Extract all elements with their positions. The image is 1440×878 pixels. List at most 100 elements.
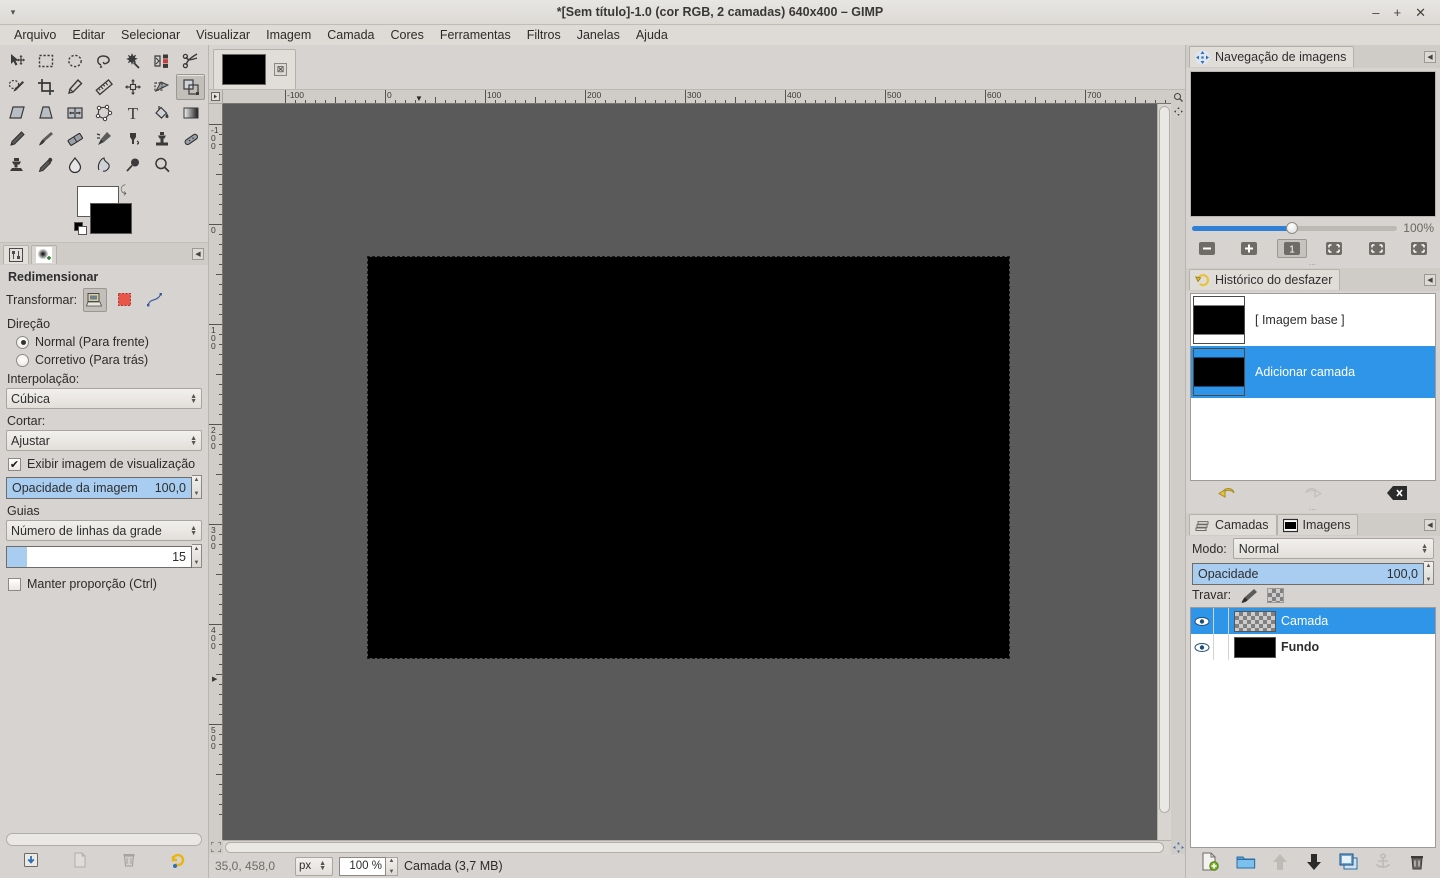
measure-tool[interactable] xyxy=(89,74,118,100)
fuzzy-select-tool[interactable] xyxy=(118,48,147,74)
smudge-tool[interactable] xyxy=(89,152,118,178)
ink-tool[interactable] xyxy=(118,126,147,152)
perspective-clone-tool[interactable] xyxy=(2,152,31,178)
horizontal-ruler[interactable]: -100 0 100 200 300 400 500 600 700 ▼ xyxy=(223,90,1171,104)
zoom-image-window-button[interactable] xyxy=(1404,239,1434,258)
layer-row-camada[interactable]: Camada xyxy=(1191,608,1435,634)
transform-layer-button[interactable] xyxy=(83,288,108,312)
tab-navigation[interactable]: Navegação de imagens xyxy=(1189,46,1355,67)
reset-colors-icon[interactable] xyxy=(74,222,88,236)
layer-visibility-toggle[interactable] xyxy=(1191,642,1213,653)
menu-ajuda[interactable]: Ajuda xyxy=(628,26,676,44)
cage-transform-tool[interactable] xyxy=(89,100,118,126)
canvas[interactable] xyxy=(223,104,1157,840)
minimize-button[interactable]: – xyxy=(1372,6,1379,19)
tab-layers[interactable]: Camadas xyxy=(1189,514,1277,535)
rectangle-select-tool[interactable] xyxy=(31,48,60,74)
clear-undo-history-button[interactable] xyxy=(1386,485,1408,504)
crop-tool[interactable] xyxy=(31,74,60,100)
zoom-tool[interactable] xyxy=(147,152,176,178)
restore-tool-options-button[interactable] xyxy=(67,848,93,872)
transform-tool[interactable] xyxy=(147,74,176,100)
tab-images[interactable]: Imagens xyxy=(1276,514,1359,535)
canvas-navigation-corner-button[interactable] xyxy=(1171,840,1185,854)
free-select-tool[interactable] xyxy=(89,48,118,74)
foreground-select-tool[interactable] xyxy=(2,74,31,100)
menu-selecionar[interactable]: Selecionar xyxy=(113,26,188,44)
undo-history-list[interactable]: [ Imagem base ] Adicionar camada xyxy=(1190,293,1436,481)
move-tool[interactable] xyxy=(2,48,31,74)
menu-arquivo[interactable]: Arquivo xyxy=(6,26,64,44)
zoom-1-1-button[interactable]: 1 xyxy=(1276,239,1307,258)
menu-editar[interactable]: Editar xyxy=(64,26,113,44)
bucket-fill-tool[interactable] xyxy=(147,100,176,126)
menu-ferramentas[interactable]: Ferramentas xyxy=(432,26,519,44)
delete-tool-options-button[interactable] xyxy=(116,848,142,872)
new-layer-button[interactable] xyxy=(1200,852,1220,874)
save-tool-options-button[interactable] xyxy=(18,848,44,872)
new-layer-group-button[interactable] xyxy=(1236,853,1256,873)
menu-imagem[interactable]: Imagem xyxy=(258,26,319,44)
eraser-tool[interactable] xyxy=(60,126,89,152)
dodge-burn-tool[interactable] xyxy=(118,152,147,178)
layer-mode-select[interactable]: Normal ▲ ▼ xyxy=(1232,538,1434,559)
navigation-zoom-slider[interactable] xyxy=(1192,222,1398,234)
airbrush-tool[interactable] xyxy=(89,126,118,152)
dock-menu-button[interactable]: ◀ xyxy=(192,248,204,260)
ellipse-select-tool[interactable] xyxy=(60,48,89,74)
guides-count-slider[interactable]: 15 xyxy=(6,546,192,568)
tab-tool-options[interactable] xyxy=(3,244,29,264)
direction-corrective-radio[interactable]: Corretivo (Para trás) xyxy=(16,353,202,367)
pencil-tool[interactable] xyxy=(2,126,31,152)
shear-tool[interactable] xyxy=(2,100,31,126)
undo-history-dock-menu-button[interactable]: ◀ xyxy=(1424,273,1436,286)
transform-path-button[interactable] xyxy=(143,288,167,312)
fill-window-button[interactable] xyxy=(1362,239,1392,258)
zoom-spinner[interactable]: ▲ ▼ xyxy=(386,856,398,876)
raise-layer-button[interactable] xyxy=(1271,853,1289,874)
canvas-vertical-scrollbar[interactable] xyxy=(1157,104,1171,840)
swap-colors-icon[interactable]: ⤹ xyxy=(120,184,127,197)
menu-filtros[interactable]: Filtros xyxy=(519,26,569,44)
navigation-dock-menu-button[interactable]: ◀ xyxy=(1424,50,1436,63)
navigation-preview[interactable] xyxy=(1188,69,1438,219)
menu-visualizar[interactable]: Visualizar xyxy=(188,26,258,44)
layer-opacity-slider[interactable]: Opacidade 100,0 xyxy=(1192,563,1424,585)
layer-row-fundo[interactable]: Fundo xyxy=(1191,634,1435,660)
tab-undo-history[interactable]: Histórico do desfazer xyxy=(1189,269,1341,290)
zoom-input[interactable]: 100 % xyxy=(339,856,386,876)
layer-visibility-toggle[interactable] xyxy=(1191,616,1213,627)
vertical-ruler[interactable]: -100 0 100 200 300 400 500 ▶ xyxy=(209,104,223,840)
canvas-horizontal-scrollbar[interactable] xyxy=(223,840,1171,854)
navigation-preview-button[interactable] xyxy=(1171,104,1185,118)
select-by-color-tool[interactable] xyxy=(147,48,176,74)
transform-selection-button[interactable] xyxy=(113,288,137,312)
keep-aspect-checkbox[interactable]: Manter proporção (Ctrl) xyxy=(8,577,202,591)
redo-button[interactable] xyxy=(1302,484,1322,504)
menu-camada[interactable]: Camada xyxy=(319,26,382,44)
scale-tool[interactable] xyxy=(176,74,205,100)
layer-link-cell[interactable] xyxy=(1213,634,1229,660)
clone-tool[interactable] xyxy=(147,126,176,152)
undo-history-item[interactable]: [ Imagem base ] xyxy=(1191,294,1435,346)
layer-link-cell[interactable] xyxy=(1213,608,1229,634)
direction-normal-radio[interactable]: Normal (Para frente) xyxy=(16,335,202,349)
show-preview-checkbox[interactable]: ✔ Exibir imagem de visualização xyxy=(8,457,202,471)
menu-janelas[interactable]: Janelas xyxy=(569,26,628,44)
layer-opacity-spinner[interactable]: ▲ ▼ xyxy=(1424,561,1434,585)
anchor-layer-button[interactable] xyxy=(1374,852,1392,874)
text-tool[interactable]: T xyxy=(118,100,147,126)
duplicate-layer-button[interactable] xyxy=(1339,853,1359,874)
perspective-tool[interactable] xyxy=(31,100,60,126)
clip-select[interactable]: Ajustar ▲ ▼ xyxy=(6,430,202,451)
tool-options-scrollbar[interactable] xyxy=(6,833,202,846)
image-opacity-spinner[interactable]: ▲ ▼ xyxy=(192,475,202,499)
flip-tool[interactable] xyxy=(60,100,89,126)
unit-select[interactable]: px ▲ ▼ xyxy=(295,856,333,876)
image-tab[interactable]: ⊠ xyxy=(213,49,296,89)
image-tab-close-icon[interactable]: ⊠ xyxy=(274,63,287,76)
guides-select[interactable]: Número de linhas da grade ▲ ▼ xyxy=(6,520,202,541)
maximize-button[interactable]: + xyxy=(1394,6,1402,19)
blur-tool[interactable] xyxy=(60,152,89,178)
tab-brushes[interactable] xyxy=(31,244,57,264)
